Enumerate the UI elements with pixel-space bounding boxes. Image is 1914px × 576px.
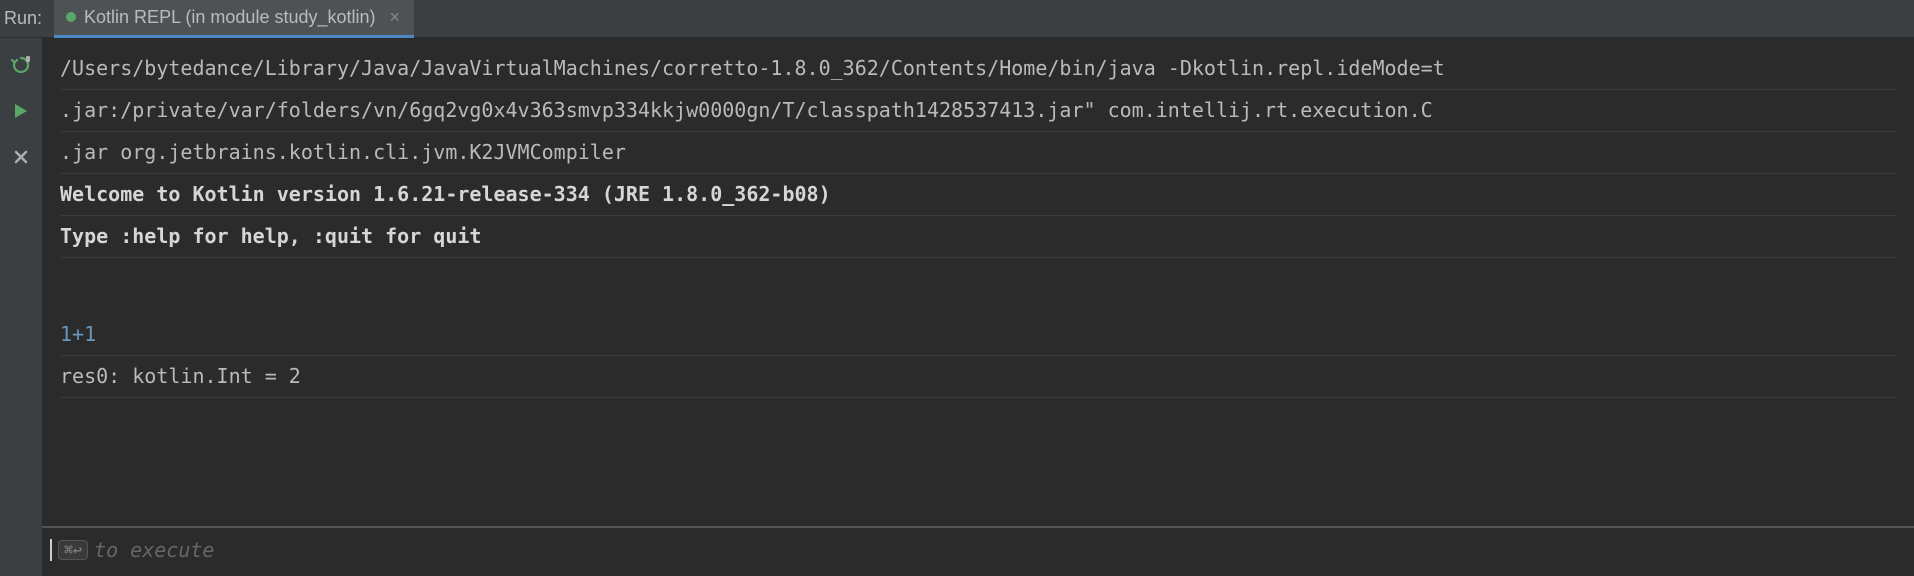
console-area: /Users/bytedance/Library/Java/JavaVirtua… <box>42 38 1914 576</box>
line-separator <box>60 257 1896 258</box>
placeholder-text: to execute <box>94 538 214 562</box>
input-hint: ⌘↩ to execute <box>58 538 214 562</box>
line-separator <box>60 215 1896 216</box>
rerun-icon[interactable] <box>10 54 32 76</box>
line-separator <box>60 397 1896 398</box>
cursor-icon <box>50 539 52 561</box>
welcome-line: Welcome to Kotlin version 1.6.21-release… <box>60 178 1896 211</box>
repl-result: res0: kotlin.Int = 2 <box>60 360 1896 393</box>
run-label: Run: <box>0 8 54 29</box>
tab-kotlin-repl[interactable]: Kotlin REPL (in module study_kotlin) × <box>54 0 414 38</box>
repl-input-expr: 1+1 <box>60 318 1896 351</box>
keyboard-shortcut-hint: ⌘↩ <box>58 540 88 560</box>
run-status-dot-icon <box>66 12 76 22</box>
line-separator <box>60 89 1896 90</box>
run-toolbar <box>0 38 42 576</box>
line-separator <box>60 173 1896 174</box>
line-separator <box>60 355 1896 356</box>
run-icon[interactable] <box>10 100 32 122</box>
blank-line <box>60 262 1896 290</box>
help-hint-line: Type :help for help, :quit for quit <box>60 220 1896 253</box>
repl-input-panel[interactable]: ⌘↩ to execute <box>42 526 1914 576</box>
tool-window-header: Run: Kotlin REPL (in module study_kotlin… <box>0 0 1914 38</box>
output-line: .jar org.jetbrains.kotlin.cli.jvm.K2JVMC… <box>60 136 1896 169</box>
main-area: /Users/bytedance/Library/Java/JavaVirtua… <box>0 38 1914 576</box>
console-output[interactable]: /Users/bytedance/Library/Java/JavaVirtua… <box>42 38 1914 526</box>
output-line: /Users/bytedance/Library/Java/JavaVirtua… <box>60 52 1896 85</box>
close-icon[interactable]: × <box>390 8 401 26</box>
tab-label: Kotlin REPL (in module study_kotlin) <box>84 7 375 28</box>
line-separator <box>60 131 1896 132</box>
stop-icon[interactable] <box>10 146 32 168</box>
output-line: .jar:/private/var/folders/vn/6gq2vg0x4v3… <box>60 94 1896 127</box>
